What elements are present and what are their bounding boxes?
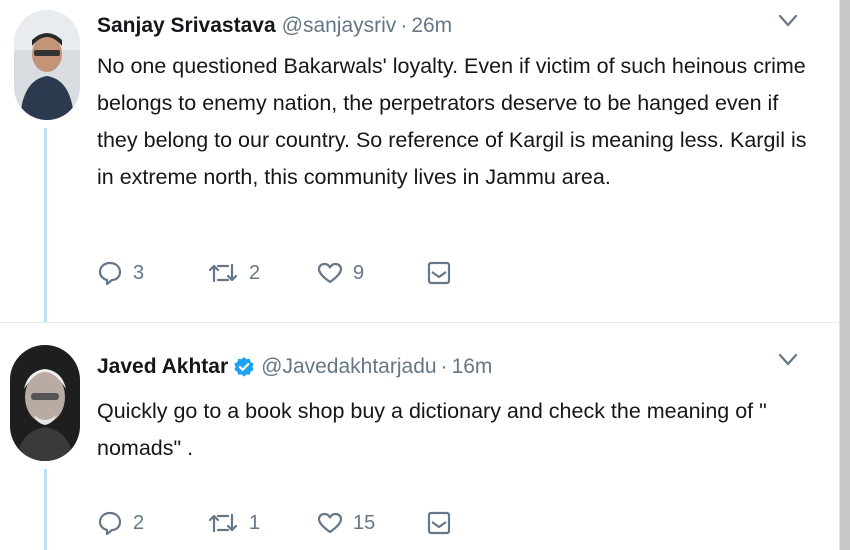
- direct-message-button[interactable]: [427, 260, 451, 286]
- reply-button[interactable]: 3: [97, 260, 207, 286]
- author-name[interactable]: Sanjay Srivastava: [97, 12, 276, 40]
- retweet-icon: [208, 263, 238, 283]
- retweet-count: 2: [249, 261, 261, 284]
- reply-count: 2: [133, 511, 145, 534]
- separator: ·: [400, 14, 408, 37]
- tweet-actions: 2 1 15: [97, 510, 451, 536]
- heart-icon: [317, 512, 343, 534]
- reply-icon: [98, 511, 122, 536]
- tweet-header: Javed Akhtar @Javedakhtarjadu · 16m: [97, 353, 810, 381]
- timestamp[interactable]: 16m: [452, 353, 493, 381]
- author-name[interactable]: Javed Akhtar: [97, 353, 228, 381]
- tweet[interactable]: Sanjay Srivastava @sanjaysriv · 26m No o…: [0, 0, 840, 322]
- tweet-text: No one questioned Bakarwals' loyalty. Ev…: [97, 54, 807, 189]
- chevron-down-icon[interactable]: [778, 353, 798, 367]
- heart-icon: [317, 262, 343, 284]
- direct-message-button[interactable]: [427, 510, 451, 536]
- avatar[interactable]: [14, 10, 80, 120]
- thread-line: [44, 128, 47, 322]
- avatar[interactable]: [10, 345, 80, 461]
- thread-line: [44, 469, 47, 550]
- retweet-button[interactable]: 2: [207, 261, 317, 285]
- separator: ·: [440, 355, 448, 378]
- author-handle[interactable]: @sanjaysriv: [282, 12, 397, 40]
- tweet-header: Sanjay Srivastava @sanjaysriv · 26m: [97, 12, 810, 40]
- reply-button[interactable]: 2: [97, 510, 207, 536]
- tweet-text: Quickly go to a book shop buy a dictiona…: [97, 399, 767, 460]
- tweet[interactable]: Javed Akhtar @Javedakhtarjadu · 16m Quic…: [0, 323, 840, 550]
- like-count: 15: [353, 511, 376, 534]
- reply-count: 3: [133, 261, 145, 284]
- tweet-content: Javed Akhtar @Javedakhtarjadu · 16m Quic…: [97, 353, 810, 467]
- like-button[interactable]: 9: [317, 261, 427, 285]
- verified-badge-icon: [234, 357, 254, 377]
- reply-icon: [98, 261, 122, 286]
- direct-message-icon: [427, 261, 451, 285]
- like-count: 9: [353, 261, 365, 284]
- tweet-actions: 3 2 9: [97, 260, 451, 286]
- retweet-button[interactable]: 1: [207, 511, 317, 535]
- retweet-count: 1: [249, 511, 261, 534]
- window-edge: [839, 0, 850, 550]
- timestamp[interactable]: 26m: [411, 12, 452, 40]
- chevron-down-icon[interactable]: [778, 14, 798, 28]
- tweet-content: Sanjay Srivastava @sanjaysriv · 26m No o…: [97, 12, 810, 196]
- retweet-icon: [208, 513, 238, 533]
- like-button[interactable]: 15: [317, 511, 427, 535]
- direct-message-icon: [427, 511, 451, 535]
- author-handle[interactable]: @Javedakhtarjadu: [261, 353, 436, 381]
